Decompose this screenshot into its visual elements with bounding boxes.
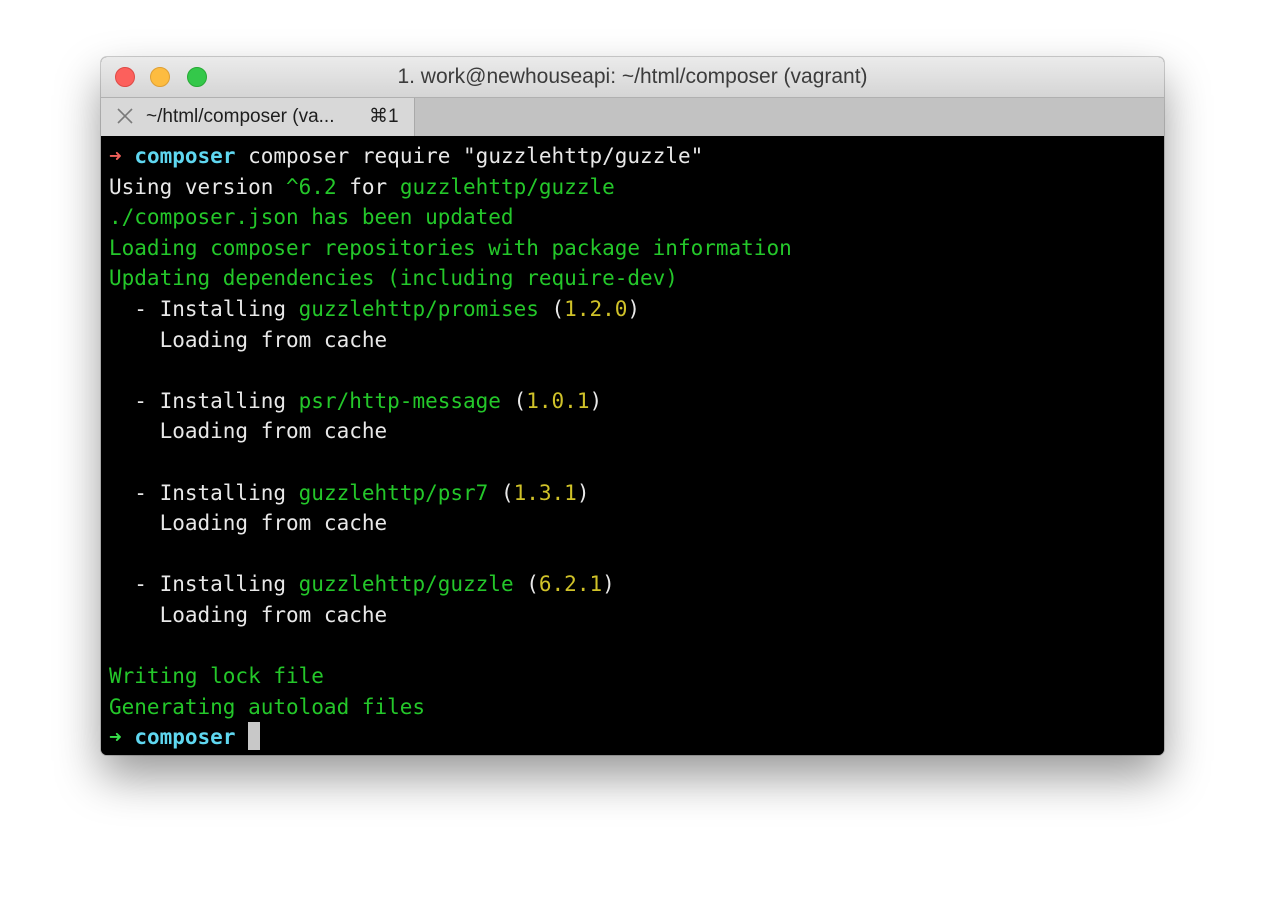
- install-line: - Installing guzzlehttp/promises (1.2.0): [109, 296, 641, 321]
- tab-shortcut: ⌘1: [369, 106, 399, 127]
- prompt-directory: composer: [134, 144, 236, 168]
- prompt-arrow-icon: ➜: [109, 725, 122, 750]
- text-cursor: [248, 722, 261, 751]
- close-tab-icon[interactable]: [115, 106, 135, 126]
- output-line: Updating dependencies (including require…: [109, 266, 678, 291]
- title-bar[interactable]: 1. work@newhouseapi: ~/html/composer (va…: [101, 57, 1164, 97]
- output-line: Loading composer repositories with packa…: [109, 235, 792, 260]
- prompt-directory: composer: [134, 725, 236, 750]
- output-line: Using version ^6.2 for guzzlehttp/guzzle: [109, 174, 615, 199]
- output-line: Loading from cache: [109, 602, 388, 627]
- install-line: - Installing guzzlehttp/guzzle (6.2.1): [109, 572, 615, 597]
- install-line: - Installing psr/http-message (1.0.1): [109, 388, 603, 413]
- command-line: ➜ composer composer require "guzzlehttp/…: [109, 141, 1164, 172]
- output-line: Writing lock file: [109, 664, 324, 689]
- terminal-output[interactable]: ➜ composer composer require "guzzlehttp/…: [101, 136, 1164, 755]
- terminal-window: 1. work@newhouseapi: ~/html/composer (va…: [101, 57, 1164, 755]
- output-line: Loading from cache: [109, 419, 388, 444]
- active-prompt-line[interactable]: ➜ composer: [109, 722, 1164, 753]
- install-line: - Installing guzzlehttp/psr7 (1.3.1): [109, 480, 590, 505]
- window-title: 1. work@newhouseapi: ~/html/composer (va…: [397, 65, 868, 88]
- tab-label: ~/html/composer (va...: [146, 106, 335, 127]
- tab-composer[interactable]: ~/html/composer (va... ⌘1: [101, 98, 415, 136]
- output-line: Loading from cache: [109, 327, 388, 352]
- output-line: Generating autoload files: [109, 694, 426, 719]
- prompt-arrow-icon: ➜: [109, 144, 122, 168]
- command-text: composer require "guzzlehttp/guzzle": [235, 144, 704, 168]
- output-line: ./composer.json has been updated: [109, 205, 514, 230]
- output-line: Loading from cache: [109, 511, 388, 536]
- tab-bar: ~/html/composer (va... ⌘1: [101, 97, 1164, 136]
